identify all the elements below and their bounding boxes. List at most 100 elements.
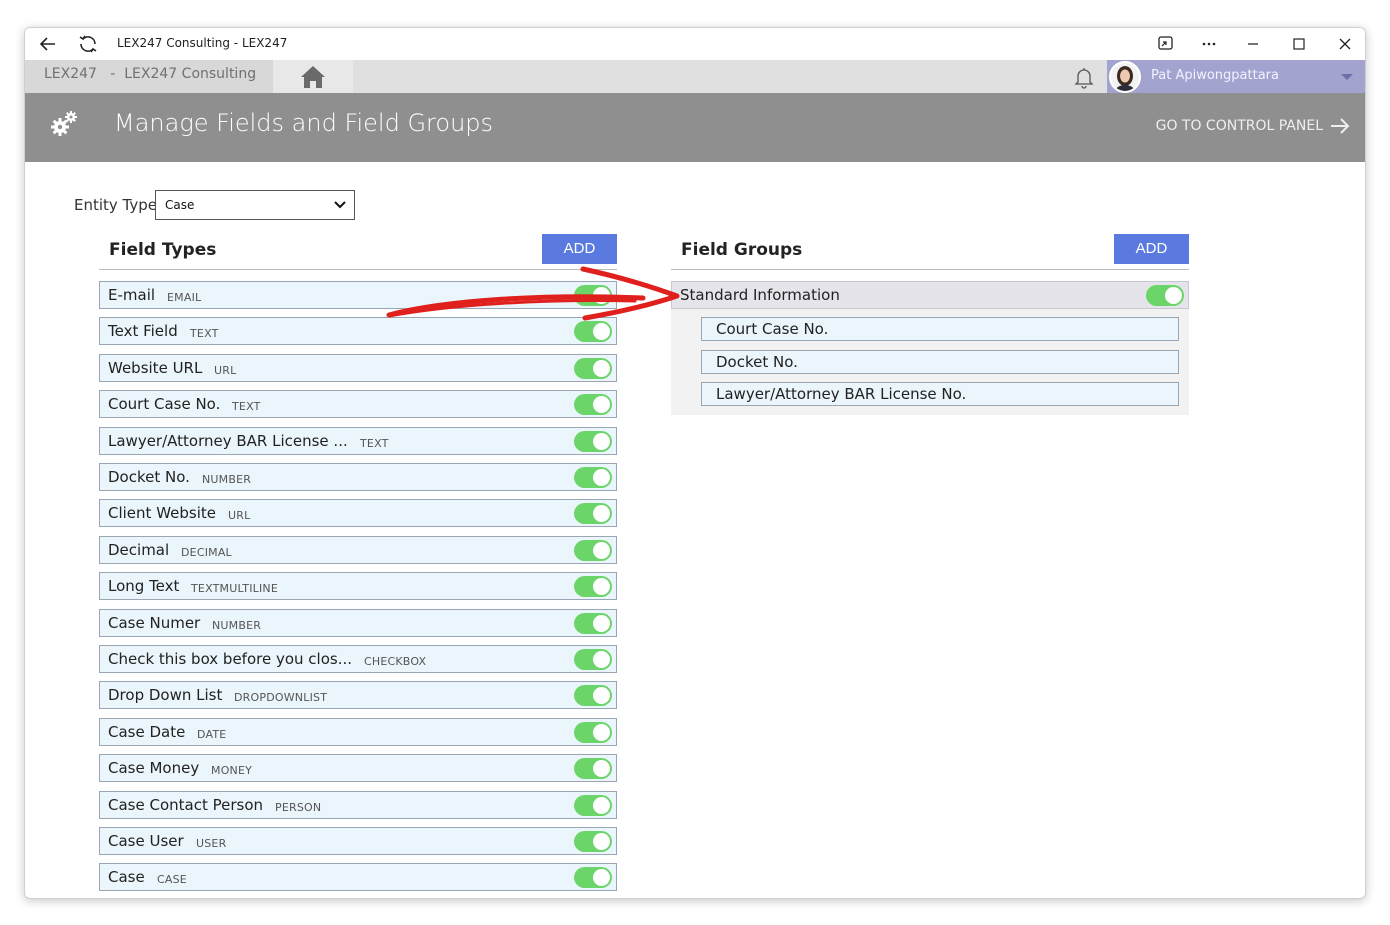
field-type-kind: DATE: [197, 727, 227, 741]
field-type-name: E-mail: [108, 286, 156, 304]
field-type-row[interactable]: Text Field TEXT: [99, 317, 617, 346]
field-type-name: Client Website: [108, 504, 216, 523]
back-arrow-icon[interactable]: [37, 33, 59, 55]
field-type-name: Case Date: [108, 722, 186, 741]
bell-icon[interactable]: [1071, 64, 1097, 90]
divider: [99, 269, 617, 270]
nav-bar: LEX247 - LEX247 Consulting Pat Apiwongpa…: [25, 60, 1365, 93]
field-type-toggle[interactable]: [574, 539, 612, 561]
field-type-row[interactable]: Drop Down List DROPDOWNLIST: [99, 681, 617, 710]
field-type-kind: CHECKBOX: [364, 655, 427, 668]
field-type-toggle[interactable]: [574, 685, 612, 707]
field-type-toggle[interactable]: [574, 357, 612, 379]
field-type-toggle[interactable]: [574, 321, 612, 343]
field-groups-title: Field Groups: [681, 240, 803, 260]
field-type-name: Decimal: [108, 540, 170, 559]
user-menu[interactable]: Pat Apiwongpattara: [1107, 60, 1365, 93]
field-group-item-label: Court Case No.: [716, 320, 829, 338]
field-group-item-label: Docket No.: [716, 353, 798, 371]
go-to-control-panel-link[interactable]: GO TO CONTROL PANEL: [1156, 117, 1351, 135]
field-type-name: Case: [108, 868, 145, 887]
divider: [671, 269, 1189, 270]
field-type-kind: USER: [196, 837, 227, 850]
cast-icon[interactable]: [1151, 32, 1179, 56]
field-type-kind: PERSON: [275, 800, 322, 814]
field-type-name: Court Case No.: [108, 395, 221, 414]
field-type-toggle[interactable]: [574, 649, 612, 670]
field-type-row[interactable]: Long Text TEXTMULTILINE: [99, 572, 617, 601]
add-field-group-button[interactable]: ADD: [1114, 234, 1189, 264]
field-type-row[interactable]: Case Contact Person PERSON: [99, 790, 617, 819]
field-type-row[interactable]: Lawyer/Attorney BAR License ... TEXT: [99, 426, 617, 455]
field-group-toggle[interactable]: [1146, 285, 1184, 306]
field-type-toggle[interactable]: [574, 503, 612, 525]
field-type-row[interactable]: Check this box before you clos... CHECKBO…: [99, 645, 617, 673]
home-icon: [301, 66, 325, 88]
maximize-icon[interactable]: [1285, 32, 1313, 56]
field-type-row[interactable]: Website URL URL: [99, 353, 617, 382]
field-type-toggle[interactable]: [574, 430, 612, 452]
field-type-kind: NUMBER: [202, 473, 252, 486]
field-type-toggle[interactable]: [574, 721, 612, 743]
field-type-name: Docket No.: [108, 468, 190, 486]
window-title: LEX247 Consulting - LEX247: [117, 36, 288, 50]
breadcrumb-tab[interactable]: LEX247 - LEX247 Consulting: [25, 60, 273, 93]
field-type-toggle[interactable]: [574, 467, 612, 488]
chevron-down-icon: [334, 201, 346, 209]
field-type-toggle[interactable]: [574, 794, 612, 816]
entity-type-value: Case: [165, 198, 195, 212]
field-type-toggle[interactable]: [574, 867, 612, 889]
page-header: Manage Fields and Field Groups GO TO CON…: [25, 93, 1365, 162]
field-group-item[interactable]: Court Case No.: [701, 317, 1179, 341]
field-type-row[interactable]: Case User USER: [99, 827, 617, 855]
field-type-row[interactable]: Case Date DATE: [99, 717, 617, 746]
field-type-row[interactable]: E-mail EMAIL: [99, 281, 617, 309]
chevron-down-icon[interactable]: [1341, 74, 1353, 80]
breadcrumb-label: LEX247 - LEX247 Consulting: [44, 66, 257, 82]
field-type-name: Text Field: [108, 322, 178, 341]
field-type-name: Case Money: [108, 759, 200, 778]
field-type-kind: TEXT: [232, 400, 261, 414]
field-group-item[interactable]: Lawyer/Attorney BAR License No.: [701, 382, 1179, 406]
field-type-row[interactable]: Docket No. NUMBER: [99, 463, 617, 491]
user-name: Pat Apiwongpattara: [1151, 68, 1279, 83]
refresh-icon[interactable]: [77, 33, 99, 55]
field-type-kind: TEXT: [360, 436, 389, 450]
close-icon[interactable]: [1331, 32, 1359, 56]
field-type-kind: MONEY: [211, 764, 253, 778]
avatar: [1109, 61, 1141, 93]
arrow-right-icon: [1331, 118, 1350, 134]
field-type-toggle[interactable]: [574, 394, 612, 416]
field-type-name: Check this box before you clos...: [108, 650, 353, 668]
field-type-row[interactable]: Case Numer NUMBER: [99, 608, 617, 637]
field-type-row[interactable]: Decimal DECIMAL: [99, 535, 617, 564]
minimize-icon[interactable]: [1239, 32, 1267, 56]
add-field-type-button[interactable]: ADD: [542, 234, 617, 264]
field-type-kind: NUMBER: [212, 618, 262, 632]
field-type-toggle[interactable]: [574, 285, 612, 306]
field-type-name: Drop Down List: [108, 686, 223, 705]
field-type-kind: DROPDOWNLIST: [234, 691, 328, 705]
gears-icon: [51, 111, 77, 136]
field-group-name: Standard Information: [680, 286, 840, 304]
field-type-row[interactable]: Case Money MONEY: [99, 754, 617, 783]
home-button[interactable]: [273, 60, 353, 93]
field-type-kind: TEXTMULTILINE: [191, 582, 279, 596]
control-panel-label: GO TO CONTROL PANEL: [1155, 118, 1323, 134]
entity-type-select[interactable]: Case: [155, 190, 355, 220]
field-type-toggle[interactable]: [574, 576, 612, 598]
more-icon[interactable]: [1195, 32, 1223, 56]
field-type-kind: URL: [228, 509, 251, 523]
field-type-row[interactable]: Case CASE: [99, 863, 617, 892]
field-type-name: Case Numer: [108, 613, 201, 632]
field-group-item-label: Lawyer/Attorney BAR License No.: [716, 385, 967, 403]
field-group-header[interactable]: Standard Information: [671, 281, 1189, 309]
field-type-row[interactable]: Client Website URL: [99, 499, 617, 528]
field-type-row[interactable]: Court Case No. TEXT: [99, 390, 617, 419]
title-bar: LEX247 Consulting - LEX247: [25, 28, 1365, 60]
field-type-toggle[interactable]: [574, 758, 612, 780]
field-type-toggle[interactable]: [574, 831, 612, 852]
field-group-item[interactable]: Docket No.: [701, 350, 1179, 374]
entity-type-label: Entity Type: [74, 196, 158, 214]
field-type-toggle[interactable]: [574, 612, 612, 634]
